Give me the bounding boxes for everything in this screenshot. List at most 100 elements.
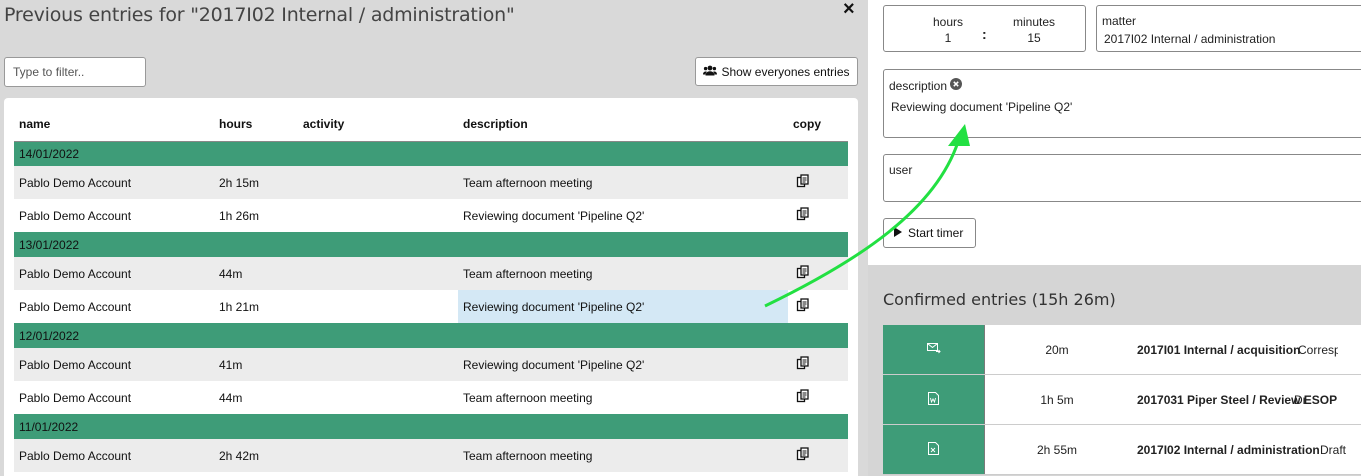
confirmed-entries-list: 20m 2017I01 Internal / acquisition Corresp… [883, 325, 1361, 475]
cell-copy [788, 381, 848, 414]
copy-icon[interactable] [793, 298, 810, 315]
cell-activity [298, 439, 458, 472]
entry-duration: 20m [1045, 343, 1069, 357]
previous-entries-table: name hours activity description copy 14/… [14, 108, 848, 472]
date-group-label: 11/01/2022 [14, 414, 848, 439]
table-row[interactable]: Pablo Demo Account 1h 26m Reviewing docume… [14, 199, 848, 232]
cell-description[interactable]: Team afternoon meeting [458, 166, 788, 199]
cell-name: Pablo Demo Account [19, 299, 132, 314]
table-row[interactable]: Pablo Demo Account 41m Reviewing document … [14, 348, 848, 381]
user-label: user [889, 163, 913, 177]
cell-copy [788, 166, 848, 199]
cell-description[interactable]: Team afternoon meeting [458, 381, 788, 414]
cell-description[interactable]: Team afternoon meeting [458, 257, 788, 290]
cell-copy [788, 348, 848, 381]
table-row[interactable]: Pablo Demo Account 2h 15m Team afternoon m… [14, 166, 848, 199]
cell-copy [788, 257, 848, 290]
cell-activity [298, 290, 458, 323]
entry-description: Dr [1294, 393, 1307, 407]
hours-input[interactable]: hours 1 [908, 14, 988, 46]
matter-value: 2017I02 Internal / administration [1104, 32, 1276, 46]
entry-type-cell [883, 425, 985, 474]
user-field[interactable]: user [883, 154, 1361, 202]
show-everyones-entries-label: Show everyones entries [721, 64, 850, 79]
copy-icon[interactable] [793, 174, 810, 191]
description-label-wrap: description [889, 78, 963, 93]
column-header-activity[interactable]: activity [298, 108, 458, 142]
close-icon[interactable]: × [843, 0, 855, 19]
column-header-hours[interactable]: hours [214, 108, 298, 142]
table-row[interactable]: Pablo Demo Account 1h 21m Reviewing docume… [14, 290, 848, 323]
filter-input[interactable] [4, 57, 146, 87]
table-header-row: name hours activity description copy [14, 108, 848, 142]
start-timer-button[interactable]: Start timer [883, 218, 976, 248]
cell-name: Pablo Demo Account [14, 257, 214, 290]
cell-description[interactable]: Reviewing document 'Pipeline Q2' [458, 199, 788, 232]
duration-field[interactable]: hours 1 : minutes 15 [883, 5, 1086, 52]
matter-label: matter [1102, 14, 1137, 28]
users-icon [703, 65, 718, 79]
copy-icon[interactable] [793, 356, 810, 373]
entry-type-cell [883, 375, 985, 424]
column-header-name[interactable]: name [14, 108, 214, 142]
copy-icon[interactable] [793, 389, 810, 406]
word-doc-icon [928, 391, 939, 408]
cell-name: Pablo Demo Account [19, 208, 132, 223]
column-header-description[interactable]: description [458, 108, 788, 142]
cell-hours: 44m [214, 257, 298, 290]
minutes-label: minutes [1012, 15, 1056, 29]
copy-icon[interactable] [793, 207, 810, 224]
show-everyones-entries-button[interactable]: Show everyones entries [695, 57, 858, 86]
table-row[interactable]: Pablo Demo Account 44m Team afternoon meet… [14, 257, 848, 290]
cell-copy [788, 290, 848, 323]
cell-description[interactable]: Reviewing document 'Pipeline Q2' [458, 290, 788, 323]
cell-hours: 2h 15m [214, 166, 298, 199]
cell-name: Pablo Demo Account [14, 439, 214, 472]
cell-description[interactable]: Team afternoon meeting [458, 439, 788, 472]
cell-hours: 2h 42m [214, 439, 298, 472]
confirmed-entry-row[interactable]: 2h 55m 2017I02 Internal / administration D… [883, 425, 1361, 475]
cell-copy [788, 439, 848, 472]
timer-form: hours 1 : minutes 15 matter 2017I02 Inte… [868, 0, 1361, 265]
entry-matter: 2017I02 Internal / administration [1137, 443, 1320, 457]
cell-hours: 1h 21m [219, 299, 260, 314]
hours-label: hours [932, 15, 964, 29]
entry-duration: 2h 55m [1036, 443, 1078, 457]
cell-activity [298, 381, 458, 414]
cell-activity [298, 257, 458, 290]
description-field[interactable]: description Reviewing document 'Pipeline… [883, 69, 1361, 138]
cell-activity [298, 199, 458, 232]
cell-hours: 44m [219, 390, 243, 405]
table-row[interactable]: Pablo Demo Account 44m Team afternoon meet… [14, 381, 848, 414]
excel-doc-icon [928, 441, 939, 458]
cell-description[interactable]: Reviewing document 'Pipeline Q2' [458, 348, 788, 381]
confirmed-entry-row[interactable]: 1h 5m 2017031 Piper Steel / Review ESOP Dr [883, 375, 1361, 425]
date-group-row: 13/01/2022 [14, 232, 848, 257]
date-group-row: 14/01/2022 [14, 141, 848, 166]
cell-activity [298, 166, 458, 199]
clear-description-icon[interactable] [950, 78, 963, 93]
modal-title: Previous entries for "2017I02 Internal /… [4, 4, 515, 26]
table-row[interactable]: Pablo Demo Account 2h 42m Team afternoon m… [14, 439, 848, 472]
timer-panel: hours 1 : minutes 15 matter 2017I02 Inte… [868, 0, 1361, 476]
email-icon [926, 342, 941, 357]
confirmed-entries-title: Confirmed entries (15h 26m) [883, 290, 1116, 309]
cell-hours: 41m [214, 348, 298, 381]
entry-description: Corresp [1298, 343, 1338, 357]
hours-value: 1 [944, 31, 952, 45]
confirmed-entry-row[interactable]: 20m 2017I01 Internal / acquisition Corresp [883, 325, 1361, 375]
cell-copy [788, 199, 848, 232]
play-icon [894, 226, 902, 240]
entry-description: Draft [1320, 443, 1347, 457]
description-value: Reviewing document 'Pipeline Q2' [891, 100, 1073, 114]
cell-name: Pablo Demo Account [14, 348, 214, 381]
copy-icon[interactable] [793, 447, 810, 464]
copy-icon[interactable] [793, 265, 810, 282]
entry-type-cell [883, 325, 985, 374]
date-group-label: 13/01/2022 [14, 232, 848, 257]
entry-duration: 1h 5m [1040, 393, 1074, 407]
entries-table-card: name hours activity description copy 14/… [4, 98, 858, 476]
previous-entries-modal: Previous entries for "2017I02 Internal /… [0, 0, 868, 476]
minutes-input[interactable]: minutes 15 [994, 14, 1074, 46]
matter-field[interactable]: matter 2017I02 Internal / administration [1096, 5, 1361, 52]
